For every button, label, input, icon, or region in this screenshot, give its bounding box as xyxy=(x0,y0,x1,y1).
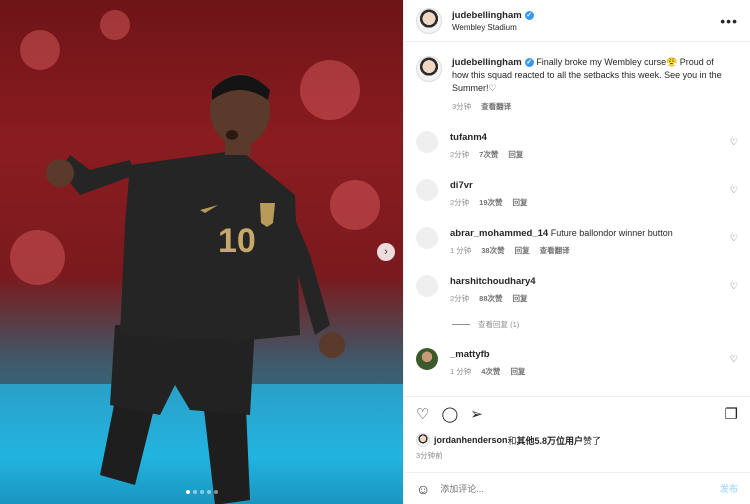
comments-list: jude​bellingham ✓ Finally broke my Wembl… xyxy=(404,42,750,392)
commenter-avatar[interactable] xyxy=(416,179,438,201)
more-options-icon[interactable]: ••• xyxy=(720,13,738,29)
shirt-number: 10 xyxy=(218,222,256,260)
commenter-avatar[interactable] xyxy=(416,275,438,297)
next-image-button[interactable]: › xyxy=(377,243,395,261)
comment-time: 2分钟 xyxy=(450,198,470,207)
carousel-dots xyxy=(185,490,218,494)
verified-badge-icon: ✓ xyxy=(524,10,534,20)
author-avatar[interactable] xyxy=(416,56,442,82)
translate-link[interactable]: 查看翻译 xyxy=(481,100,511,113)
reply-button[interactable]: 回复 xyxy=(513,197,528,209)
likes-others[interactable]: 其他5.8万位用户 xyxy=(517,434,584,447)
verified-badge-icon: ✓ xyxy=(524,58,534,67)
comment-item: abrar_mohammed_14 Future ballondor winne… xyxy=(416,227,738,257)
share-icon[interactable]: ➢ xyxy=(470,405,483,423)
like-heart-icon[interactable]: ♡ xyxy=(416,405,429,423)
view-replies-label: 查看回复 (1) xyxy=(478,320,520,329)
caption: jude​bellingham ✓ Finally broke my Wembl… xyxy=(416,42,738,113)
comment-likes[interactable]: 19次赞 xyxy=(479,197,502,209)
reply-button[interactable]: 回复 xyxy=(515,245,530,257)
comment-likes[interactable]: 38次赞 xyxy=(481,245,504,257)
likes-mid: 和 xyxy=(507,435,517,446)
carousel-dot xyxy=(213,490,218,494)
commenter-username[interactable]: harshitchoudhary4 xyxy=(450,276,536,288)
post-header: jude​bellingham ✓ Wembley Stadium ••• xyxy=(404,0,750,42)
reply-button[interactable]: 回复 xyxy=(513,293,528,305)
like-comment-heart-icon[interactable]: ♡ xyxy=(730,137,738,148)
comment-item: _mattyfb 1 分钟 4次赞 回复 ♡ xyxy=(416,348,738,378)
comment-icon[interactable]: ◯ xyxy=(441,405,458,423)
post-actions: ♡ ◯ ➢ ❐ xyxy=(416,404,738,424)
like-comment-heart-icon[interactable]: ♡ xyxy=(730,354,738,365)
comment-time: 1 分钟 xyxy=(450,367,472,376)
like-comment-heart-icon[interactable]: ♡ xyxy=(730,233,738,244)
commenter-username[interactable]: abrar_mohammed_14 xyxy=(450,228,548,240)
post-timestamp: 3分钟前 xyxy=(416,451,443,460)
player-figure xyxy=(46,74,345,504)
reply-button[interactable]: 回复 xyxy=(510,366,525,378)
comment-input[interactable] xyxy=(440,483,691,494)
like-comment-heart-icon[interactable]: ♡ xyxy=(730,185,738,196)
comment-likes[interactable]: 88次赞 xyxy=(479,293,502,305)
author-username[interactable]: jude​bellingham xyxy=(452,10,522,21)
author-avatar[interactable] xyxy=(416,7,442,34)
comment-composer: ☺ 发布 xyxy=(404,472,750,504)
comment-likes[interactable]: 4次赞 xyxy=(481,366,500,378)
divider xyxy=(404,396,750,397)
translate-link[interactable]: 查看翻译 xyxy=(540,245,570,257)
comment-item: di7vr 2分钟 19次赞 回复 ♡ xyxy=(416,179,738,209)
location-link[interactable]: Wembley Stadium xyxy=(452,23,534,32)
commenter-username[interactable]: di7vr xyxy=(450,180,473,192)
view-replies-button[interactable]: 查看回复 (1) xyxy=(452,319,738,330)
commenter-avatar[interactable] xyxy=(416,348,438,370)
commenter-username[interactable]: _mattyfb xyxy=(450,349,490,361)
likes-summary[interactable]: jordanhenderson 和其他5.8万位用户 赞了 xyxy=(416,433,601,447)
comment-likes[interactable]: 7次赞 xyxy=(479,149,498,161)
emoji-icon[interactable]: ☺ xyxy=(416,481,430,497)
comment-item: harshitchoudhary4 2分钟 88次赞 回复 ♡ xyxy=(416,275,738,305)
comment-text: Future ballondor winner button xyxy=(550,228,673,238)
caption-time: 3分钟 xyxy=(452,102,472,111)
carousel-dot xyxy=(192,490,197,494)
commenter-username[interactable]: tufanm4 xyxy=(450,132,487,144)
commenter-avatar[interactable] xyxy=(416,131,438,153)
commenter-avatar[interactable] xyxy=(416,227,438,249)
like-comment-heart-icon[interactable]: ♡ xyxy=(730,281,738,292)
chevron-right-icon: › xyxy=(384,246,388,258)
post-comment-button[interactable]: 发布 xyxy=(720,482,738,495)
comment-time: 1 分钟 xyxy=(450,246,472,255)
author-username[interactable]: jude​bellingham xyxy=(452,56,522,69)
liker-avatar xyxy=(416,433,430,447)
carousel-dot xyxy=(199,490,204,494)
reply-button[interactable]: 回复 xyxy=(508,149,523,161)
carousel-dot xyxy=(185,490,190,494)
liker-username[interactable]: jordanhenderson xyxy=(434,435,508,445)
carousel-dot xyxy=(206,490,211,494)
comment-item: tufanm4 2分钟 7次赞 回复 ♡ xyxy=(416,131,738,161)
save-bookmark-icon[interactable]: ❐ xyxy=(725,405,738,423)
post-photo: 10 › xyxy=(0,0,403,504)
post-side-panel: jude​bellingham ✓ Wembley Stadium ••• ju… xyxy=(403,0,750,504)
comment-time: 2分钟 xyxy=(450,150,470,159)
comment-time: 2分钟 xyxy=(450,294,470,303)
likes-tail: 赞了 xyxy=(583,435,602,446)
